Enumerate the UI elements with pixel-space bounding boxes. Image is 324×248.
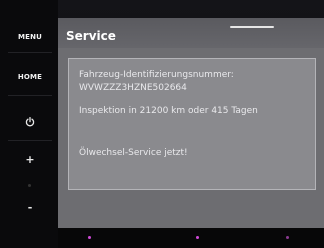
vin-value: WVWZZZ3HZNE502664 bbox=[79, 83, 187, 93]
vin-label: Fahrzeug-Identifizierungsnummer: bbox=[79, 70, 234, 80]
volume-indicator-dot bbox=[28, 184, 31, 187]
home-button[interactable]: HOME bbox=[8, 73, 52, 81]
sidebar-divider bbox=[8, 52, 52, 53]
oil-service-notice: Ölwechsel-Service jetzt! bbox=[79, 148, 188, 158]
status-led bbox=[286, 236, 289, 239]
sidebar-divider bbox=[8, 95, 52, 96]
page-indicator bbox=[230, 26, 274, 28]
hardkey-sidebar: MENU HOME + - bbox=[0, 0, 58, 248]
status-led bbox=[88, 236, 91, 239]
main-display: Service Fahrzeug-Identifizierungsnummer:… bbox=[58, 18, 324, 228]
sidebar-divider bbox=[8, 140, 52, 141]
infotainment-screen: MENU HOME + - Service Fahrzeug-Identifiz… bbox=[0, 0, 324, 248]
status-led bbox=[196, 236, 199, 239]
page-title: Service bbox=[66, 29, 116, 43]
power-icon[interactable] bbox=[25, 117, 35, 127]
volume-down-button[interactable]: - bbox=[24, 201, 36, 214]
inspection-due: Inspektion in 21200 km oder 415 Tagen bbox=[79, 106, 258, 116]
bottom-bezel bbox=[58, 228, 324, 248]
menu-button[interactable]: MENU bbox=[8, 33, 52, 41]
title-bar: Service bbox=[58, 18, 324, 48]
volume-up-button[interactable]: + bbox=[24, 153, 36, 166]
service-info-panel: Fahrzeug-Identifizierungsnummer: WVWZZZ3… bbox=[68, 58, 316, 190]
